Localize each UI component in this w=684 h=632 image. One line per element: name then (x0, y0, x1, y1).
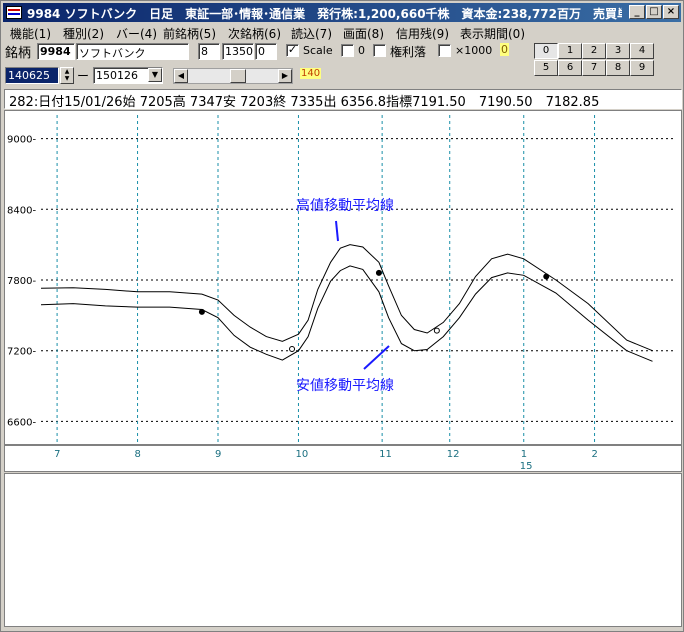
x-tick-label-3: 10 (295, 449, 308, 460)
number-button-8[interactable]: 8 (606, 60, 630, 76)
cross-marker-0 (198, 308, 205, 315)
maximize-button[interactable]: □ (646, 5, 662, 19)
status-badge: 0 (500, 43, 509, 56)
ohlc-info-bar: 282:日付15/01/26始 7205高 7347安 7203終 7335出 … (4, 89, 682, 109)
minimize-button[interactable]: _ (629, 5, 645, 19)
x-tick-label-0: 7 (54, 449, 60, 460)
param-b-input[interactable]: 1350 (222, 43, 254, 60)
x-tick-label-4: 11 (379, 449, 392, 460)
menu-load[interactable]: 読込(7) (291, 25, 332, 42)
start-date-spinner[interactable]: ▲ ▼ (60, 67, 74, 84)
menu-prev-ticker[interactable]: 前銘柄(5) (163, 25, 216, 42)
scroll-left-icon[interactable]: ◀ (174, 69, 188, 83)
x-tick-label-7: 2 (592, 449, 598, 460)
scale-label: Scale (303, 44, 333, 57)
x-tick-label-2: 9 (215, 449, 221, 460)
menu-display-period[interactable]: 表示期間(0) (460, 25, 525, 42)
ticker-code-input[interactable]: 9984 (37, 43, 75, 60)
number-button-2[interactable]: 2 (582, 43, 606, 59)
low-ma-pointer (363, 345, 390, 370)
cross-marker-1 (289, 345, 296, 352)
cross-marker-3 (433, 327, 440, 334)
low-ma-annotation: 安値移動平均線 (296, 378, 394, 394)
menu-type[interactable]: 種別(2) (63, 25, 104, 42)
y-tick-label-2: 7800- (7, 276, 36, 287)
number-button-1[interactable]: 1 (558, 43, 582, 59)
rights-checkbox[interactable] (373, 44, 386, 57)
menu-bar-item[interactable]: バー(4) (116, 25, 157, 42)
cross-marker-4 (543, 273, 550, 280)
scale-checkbox[interactable]: ✓ (286, 44, 299, 57)
chart-window: 9984 ソフトバンク 日足 東証一部･情報･通信業 発行株:1,200,660… (0, 0, 684, 632)
x-tick-label-6: 1 (521, 449, 527, 460)
param-a-input[interactable]: 8 (198, 43, 220, 60)
scroll-thumb[interactable] (230, 69, 246, 83)
chevron-down-icon[interactable]: ▼ (148, 68, 162, 82)
close-button[interactable]: × (663, 5, 679, 19)
thousand-label: ×1000 (455, 44, 493, 57)
y-tick-label-4: 9000- (7, 135, 36, 146)
menu-bar: 機能(1) 種別(2) バー(4) 前銘柄(5) 次銘柄(6) 読込(7) 画面… (3, 23, 681, 41)
x-tick-label-1: 8 (135, 449, 141, 460)
sub-chart-panel[interactable] (4, 473, 682, 627)
price-chart[interactable]: 6600-7200-7800-8400-9000-7 8 9 10 11 12 1 215高値… (5, 111, 681, 472)
y-tick-label-1: 7200- (7, 347, 36, 358)
param-c-input[interactable]: 0 (255, 43, 277, 60)
cross-marker-2 (375, 269, 382, 276)
zero-label: 0 (358, 44, 365, 57)
menu-screen[interactable]: 画面(8) (343, 25, 384, 42)
high-ma-annotation: 高値移動平均線 (296, 197, 394, 214)
menu-next-ticker[interactable]: 次銘柄(6) (228, 25, 281, 42)
start-date-input[interactable]: 140625 (5, 67, 59, 84)
end-date-select[interactable]: 150126 ▼ (93, 67, 163, 84)
year-label: 15 (520, 461, 533, 471)
rights-label: 権利落 (390, 45, 427, 59)
scroll-value-badge: 140 (300, 68, 322, 79)
number-button-5[interactable]: 5 (534, 60, 558, 76)
zero-checkbox[interactable] (341, 44, 354, 57)
number-button-4[interactable]: 4 (630, 43, 654, 59)
y-tick-label-3: 8400- (7, 205, 36, 216)
scroll-right-icon[interactable]: ▶ (278, 69, 292, 83)
number-button-3[interactable]: 3 (606, 43, 630, 59)
number-button-9[interactable]: 9 (630, 60, 654, 76)
menu-margin[interactable]: 信用残(9) (396, 25, 449, 42)
number-button-0[interactable]: 0 (534, 43, 558, 59)
end-date-value: 150126 (96, 69, 138, 82)
app-icon[interactable] (6, 6, 22, 19)
high-ma-pointer (335, 220, 339, 242)
y-tick-label-0: 6600- (7, 417, 36, 428)
date-range-dash: ー (77, 69, 90, 83)
period-scrollbar[interactable]: ◀ ▶ (173, 68, 293, 84)
ticker-name-input[interactable]: ソフトバンク (76, 43, 189, 60)
title-bar[interactable]: 9984 ソフトバンク 日足 東証一部･情報･通信業 発行株:1,200,660… (3, 3, 681, 22)
window-title: 9984 ソフトバンク 日足 東証一部･情報･通信業 発行株:1,200,660… (27, 7, 622, 21)
number-button-6[interactable]: 6 (558, 60, 582, 76)
x-tick-label-5: 12 (447, 449, 460, 460)
price-chart-panel[interactable]: 6600- 7200- 7800- 8400- 9000- 7 8 9 10 11 12 1 2 15 高値… (4, 110, 682, 472)
number-button-7[interactable]: 7 (582, 60, 606, 76)
menu-function[interactable]: 機能(1) (10, 25, 51, 42)
thousand-checkbox[interactable] (438, 44, 451, 57)
ticker-label: 銘柄 (5, 46, 32, 61)
